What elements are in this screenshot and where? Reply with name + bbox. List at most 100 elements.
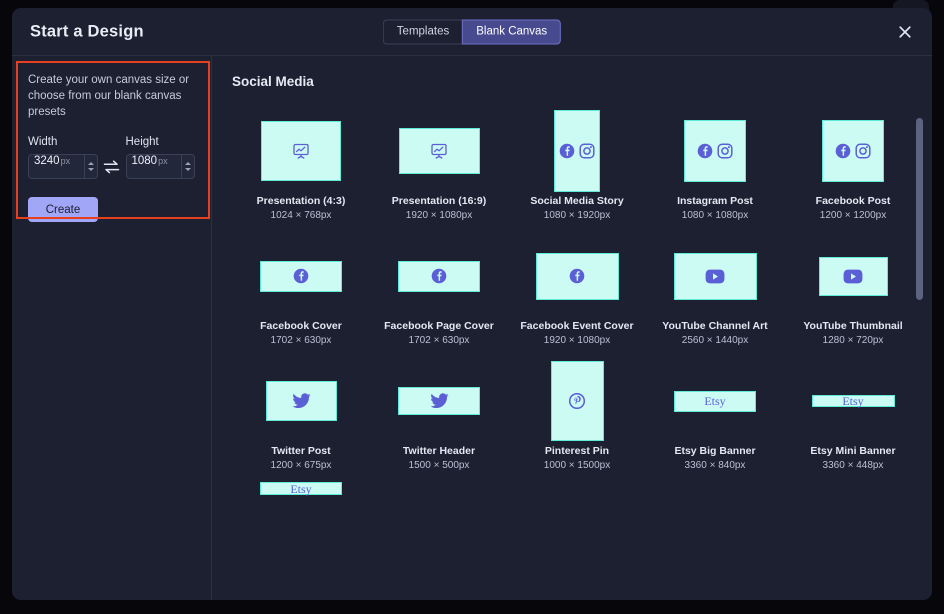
preset-size: 1200 × 1200px: [819, 210, 887, 221]
preset-caption: Pinterest Pin 1000 × 1500px: [544, 445, 610, 472]
page-title: Start a Design: [30, 22, 144, 40]
preset-card[interactable]: Etsy Etsy Big Banner 3360 × 840px: [646, 357, 784, 482]
preset-caption: Social Media Story 1080 × 1920px: [530, 195, 623, 222]
width-label: Width: [28, 136, 58, 148]
preset-name: YouTube Thumbnail: [803, 320, 903, 332]
facebook-icon: [431, 268, 447, 284]
facebook-instagram-icon: [835, 143, 871, 159]
preset-thumbnail-wrap: [370, 107, 508, 195]
tab-bar: Templates Blank Canvas: [382, 19, 562, 44]
etsy-icon: Etsy: [290, 481, 312, 496]
preset-caption: Facebook Page Cover 1702 × 630px: [384, 320, 494, 347]
preset-thumbnail: [398, 128, 480, 174]
swap-dimensions-button[interactable]: [98, 154, 126, 179]
preset-caption: Facebook Event Cover 1920 × 1080px: [520, 320, 633, 347]
preset-caption: YouTube Channel Art 2560 × 1440px: [662, 320, 767, 347]
preset-thumbnail: [260, 260, 342, 292]
preset-card[interactable]: Instagram Post 1080 × 1080px: [646, 107, 784, 232]
preset-name: Facebook Cover: [260, 320, 342, 332]
instagram-icon: [717, 143, 733, 159]
preset-thumbnail: [822, 120, 884, 182]
preset-thumbnail: Etsy: [811, 395, 895, 407]
preset-card[interactable]: Facebook Post 1200 × 1200px: [784, 107, 922, 232]
preset-thumbnail-wrap: [784, 232, 922, 320]
facebook-instagram-icon: [697, 143, 733, 159]
preset-thumbnail-wrap: [508, 232, 646, 320]
preset-card[interactable]: Etsy Etsy Mini Banner 3360 × 448px: [784, 357, 922, 482]
preset-thumbnail: Etsy: [674, 390, 756, 412]
preset-thumbnail: Etsy: [260, 482, 342, 495]
preset-thumbnail-wrap: [784, 107, 922, 195]
preset-card[interactable]: Twitter Header 1500 × 500px: [370, 357, 508, 482]
width-unit: px: [60, 156, 71, 166]
presentation-icon: [293, 143, 309, 159]
facebook-icon: [293, 268, 309, 284]
start-a-design-modal: Start a Design Templates Blank Canvas Cr…: [12, 8, 932, 600]
preset-card[interactable]: Facebook Cover 1702 × 630px: [232, 232, 370, 357]
facebook-icon: [559, 143, 575, 159]
swap-horizontal-icon: [103, 159, 120, 173]
width-stepper[interactable]: [83, 155, 97, 178]
preset-thumbnail: [535, 252, 619, 300]
preset-thumbnail: [398, 260, 480, 292]
preset-thumbnail-wrap: [646, 107, 784, 195]
pinterest-icon: [569, 393, 585, 409]
preset-name: Twitter Header: [402, 445, 476, 457]
section-title-social-media: Social Media: [232, 74, 314, 89]
screen-root: Start a Design Templates Blank Canvas Cr…: [0, 0, 944, 614]
preset-card[interactable]: YouTube Thumbnail 1280 × 720px: [784, 232, 922, 357]
preset-card[interactable]: Facebook Page Cover 1702 × 630px: [370, 232, 508, 357]
preset-card[interactable]: Facebook Event Cover 1920 × 1080px: [508, 232, 646, 357]
preset-name: Etsy Big Banner: [674, 445, 756, 457]
preset-name: Twitter Post: [271, 445, 331, 457]
create-button[interactable]: Create: [28, 197, 98, 222]
preset-size: 1702 × 630px: [408, 335, 470, 346]
close-icon: [899, 25, 911, 38]
scrollbar-thumb[interactable]: [916, 118, 923, 300]
preset-size: 1024 × 768px: [270, 210, 332, 221]
tab-blank-canvas[interactable]: Blank Canvas: [462, 19, 562, 44]
custom-size-sidebar: Create your own canvas size or choose fr…: [12, 56, 212, 600]
preset-name: Presentation (4:3): [256, 195, 346, 207]
preset-name: Instagram Post: [677, 195, 753, 207]
preset-name: Facebook Event Cover: [520, 320, 634, 332]
preset-name: Facebook Post: [815, 195, 891, 207]
youtube-icon: [843, 269, 863, 283]
dimension-controls: Width 3240 px Height 1080 px: [28, 136, 195, 179]
height-input[interactable]: 1080 px: [127, 155, 182, 178]
facebook-instagram-icon: [559, 143, 595, 159]
chevron-down-icon: [87, 168, 94, 171]
preset-thumbnail-wrap: [232, 232, 370, 320]
preset-caption: Facebook Cover 1702 × 630px: [260, 320, 342, 347]
preset-card[interactable]: Twitter Post 1200 × 675px: [232, 357, 370, 482]
preset-card[interactable]: YouTube Channel Art 2560 × 1440px: [646, 232, 784, 357]
preset-card[interactable]: Etsy: [232, 482, 370, 600]
presentation-icon: [431, 143, 447, 159]
preset-name: YouTube Channel Art: [662, 320, 768, 332]
preset-thumbnail-wrap: [232, 357, 370, 445]
preset-card[interactable]: Presentation (16:9) 1920 × 1080px: [370, 107, 508, 232]
height-stepper[interactable]: [181, 155, 194, 178]
preset-card[interactable]: Social Media Story 1080 × 1920px: [508, 107, 646, 232]
tab-templates[interactable]: Templates: [382, 19, 463, 44]
preset-card[interactable]: Presentation (4:3) 1024 × 768px: [232, 107, 370, 232]
preset-size: 1920 × 1080px: [543, 335, 611, 346]
twitter-icon: [292, 393, 311, 409]
modal-body: Create your own canvas size or choose fr…: [12, 56, 932, 600]
preset-caption: Twitter Header 1500 × 500px: [403, 445, 475, 472]
preset-card[interactable]: Pinterest Pin 1000 × 1500px: [508, 357, 646, 482]
preset-caption: Presentation (16:9) 1920 × 1080px: [392, 195, 487, 222]
width-input[interactable]: 3240 px: [29, 155, 84, 178]
preset-caption: Etsy Big Banner 3360 × 840px: [674, 445, 755, 472]
preset-size: 1200 × 675px: [270, 460, 332, 471]
preset-name: Facebook Page Cover: [384, 320, 494, 332]
preset-thumbnail: [684, 120, 746, 182]
preset-size: 3360 × 840px: [684, 460, 746, 471]
preset-thumbnail-wrap: Etsy: [784, 357, 922, 445]
preset-name: Presentation (16:9): [391, 195, 487, 207]
close-button[interactable]: [894, 21, 916, 43]
preset-thumbnail: [261, 121, 341, 181]
chevron-up-icon: [87, 162, 94, 165]
preset-size: 1920 × 1080px: [405, 210, 473, 221]
preset-thumbnail: [265, 381, 337, 421]
